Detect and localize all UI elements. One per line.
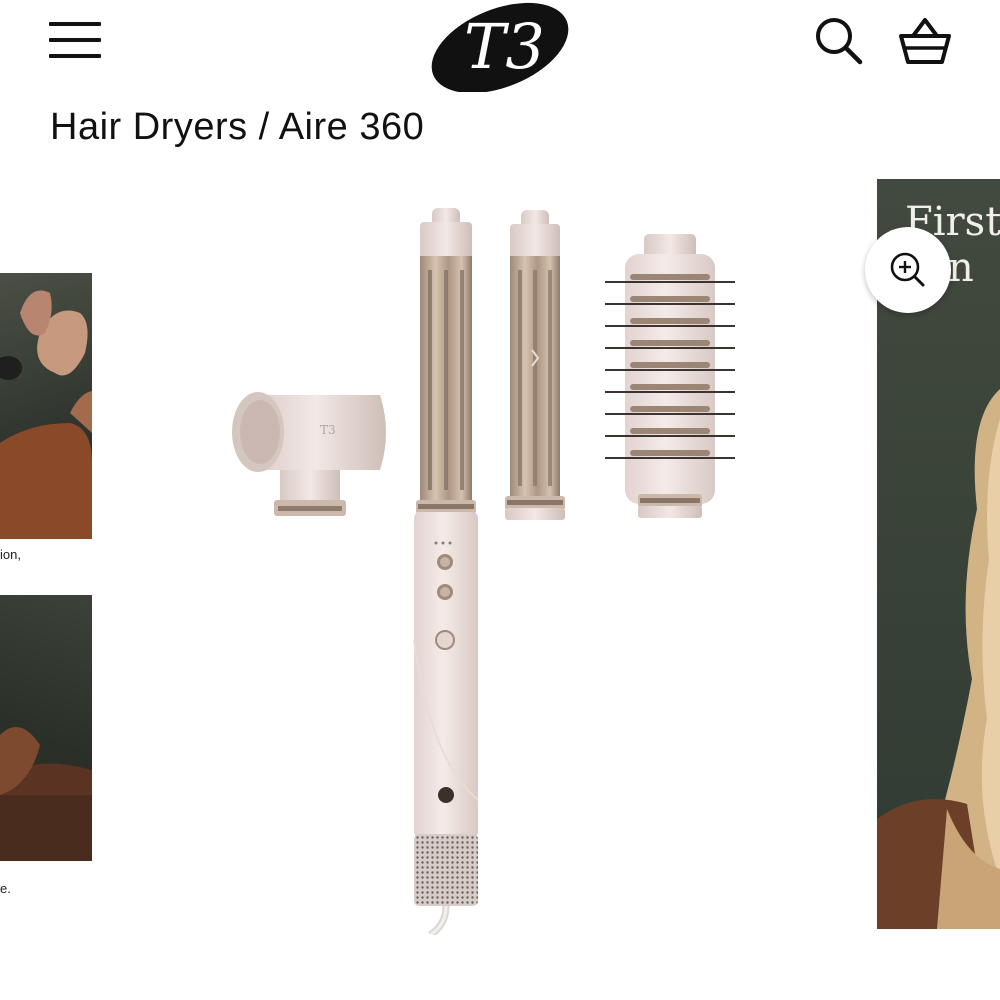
curling-barrel-attachment <box>505 210 565 520</box>
hamburger-menu-icon[interactable] <box>46 20 104 60</box>
slide-caption: e. <box>0 881 11 896</box>
shopping-basket-icon[interactable] <box>896 12 954 68</box>
breadcrumb[interactable]: Hair Dryers / Aire 360 <box>50 104 424 150</box>
round-brush-attachment <box>605 234 735 518</box>
slide-caption: ion, <box>0 547 21 562</box>
concentrator-attachment: T3 <box>232 392 386 516</box>
svg-text:T3: T3 <box>320 423 336 437</box>
product-image-aire-360: T3 <box>232 208 735 935</box>
zoom-in-button[interactable] <box>865 227 951 313</box>
t3-logo[interactable]: T3 <box>424 0 576 92</box>
site-header: T3 <box>0 0 1000 100</box>
carousel-prev-slide[interactable]: ion, e. <box>0 273 92 993</box>
lifestyle-photo <box>0 273 92 539</box>
product-image-carousel[interactable]: ion, e. T3 First <box>0 175 1000 935</box>
lifestyle-photo <box>0 595 92 861</box>
svg-text:T3: T3 <box>464 10 545 83</box>
product-page: T3 Hair Dryers / Aire 360 ion, e. T3 Fir… <box>0 0 1000 1000</box>
zoom-in-icon <box>890 252 925 287</box>
search-icon[interactable] <box>812 14 864 66</box>
hair-dryer-body <box>413 208 479 935</box>
